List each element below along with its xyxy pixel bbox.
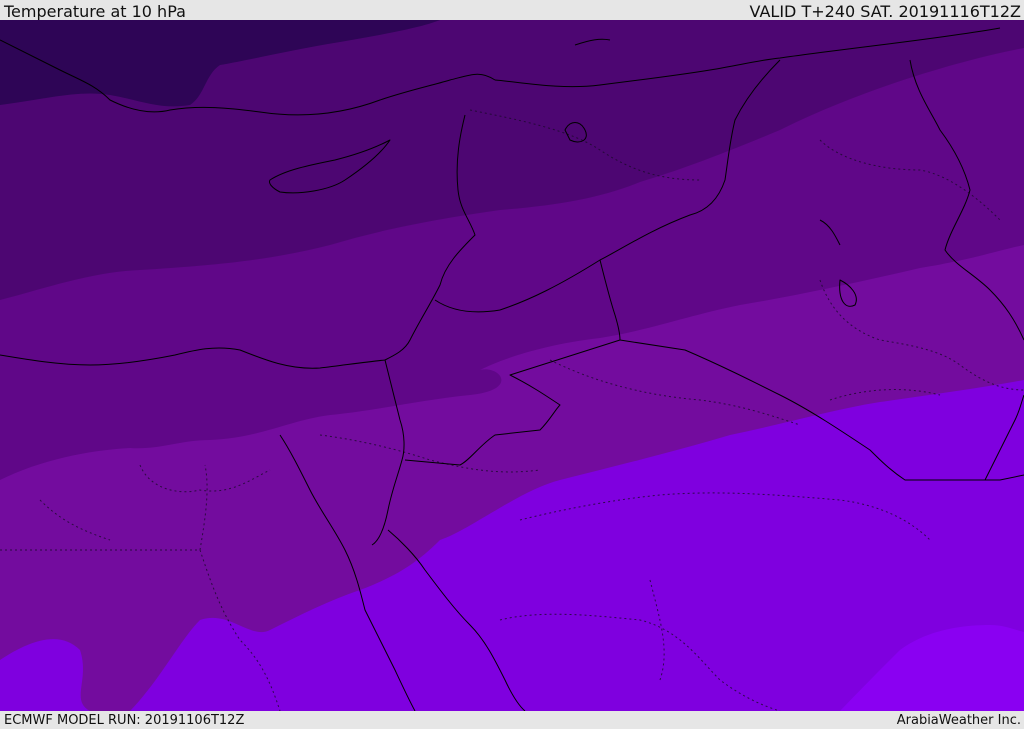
temperature-map [0, 20, 1024, 711]
model-run: ECMWF MODEL RUN: 20191106T12Z [4, 713, 245, 728]
title-bar: Temperature at 10 hPa VALID T+240 SAT. 2… [0, 0, 1024, 22]
credit: ArabiaWeather Inc. [896, 713, 1021, 728]
map-title: Temperature at 10 hPa [4, 2, 186, 21]
footer-bar: ECMWF MODEL RUN: 20191106T12Z ArabiaWeat… [0, 711, 1024, 729]
valid-time: VALID T+240 SAT. 20191116T12Z [749, 2, 1021, 21]
